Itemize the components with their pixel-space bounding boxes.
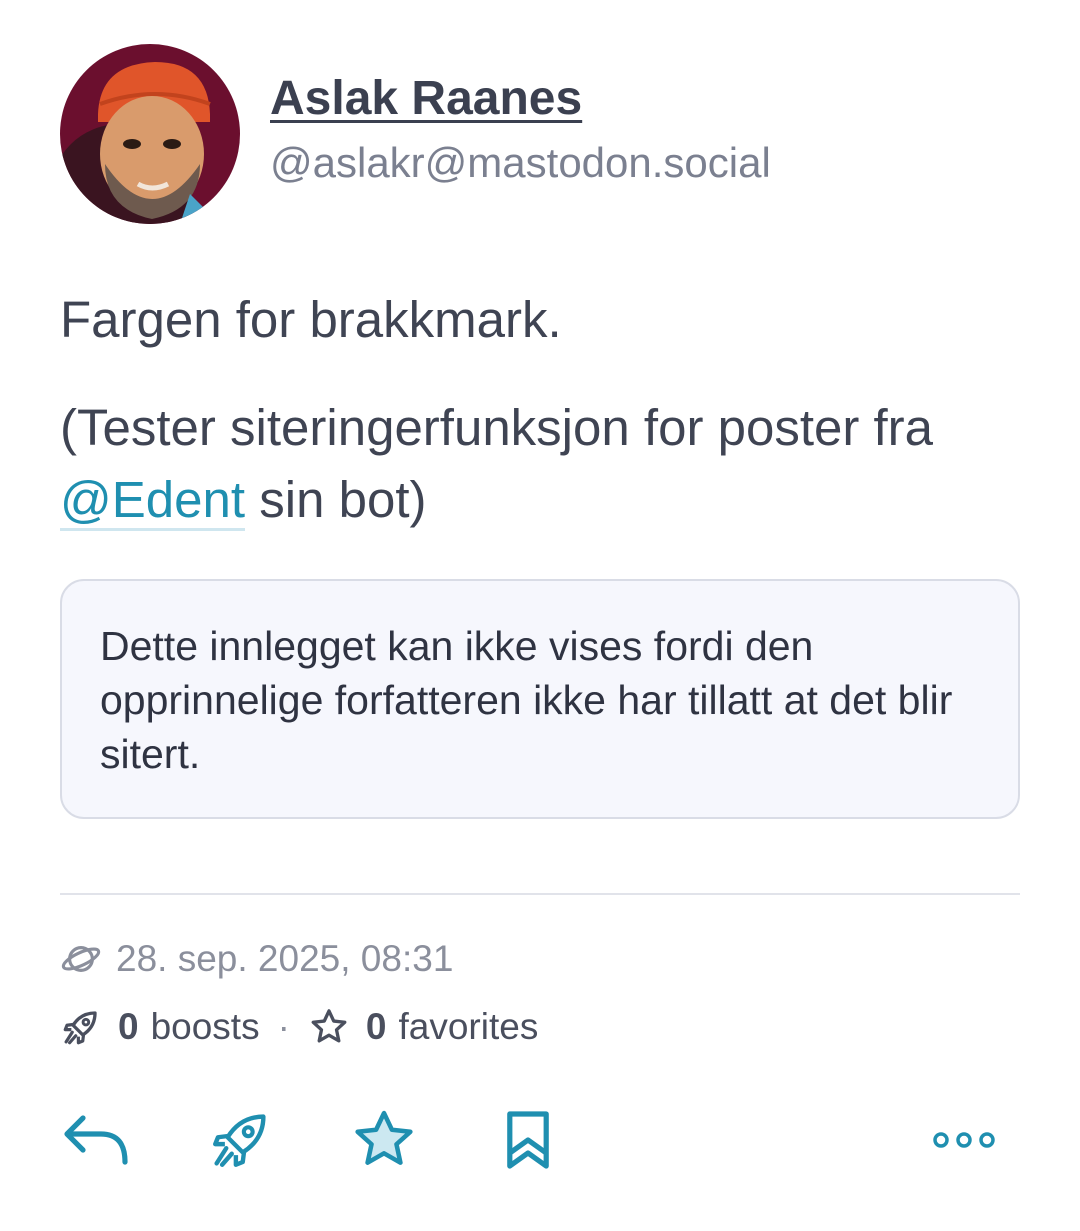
more-button[interactable] (928, 1108, 1000, 1172)
post-meta: 28. sep. 2025, 08:31 (60, 938, 453, 980)
mention-link[interactable]: @Edent (60, 471, 246, 531)
favorite-icon (355, 1110, 413, 1165)
bookmark-icon (507, 1111, 549, 1169)
boost-button[interactable] (204, 1108, 276, 1172)
more-icon (933, 1132, 995, 1148)
quote-notice-text: Dette innlegget kan ikke vises fordi den… (100, 623, 953, 777)
author-names: Aslak Raanes @aslakr@mastodon.social (270, 69, 771, 191)
favorites-count: 0 (365, 1006, 387, 1047)
author-display-name[interactable]: Aslak Raanes (270, 69, 582, 129)
divider (60, 893, 1020, 895)
post-header: Aslak Raanes @aslakr@mastodon.social (60, 44, 771, 224)
post-timestamp[interactable]: 28. sep. 2025, 08:31 (116, 938, 453, 980)
favorites-stat[interactable]: 0 favorites (308, 1006, 538, 1048)
post-text: sin bot) (245, 471, 427, 528)
avatar-image (60, 44, 240, 224)
post-paragraph: (Tester siteringerfunksjon for poster fr… (60, 392, 1020, 536)
globe-icon (61, 946, 101, 972)
star-icon (311, 1009, 347, 1043)
boosts-stat[interactable]: 0 boosts (60, 1006, 260, 1048)
boosts-count: 0 (118, 1006, 139, 1047)
favorites-label: favorites (398, 1006, 539, 1047)
action-bar (60, 1108, 1020, 1172)
post-stats: 0 boosts · 0 favorites (60, 1006, 538, 1048)
boost-icon (213, 1114, 266, 1167)
post-detail: Aslak Raanes @aslakr@mastodon.social Far… (0, 0, 1080, 1231)
avatar[interactable] (60, 44, 240, 224)
reply-button[interactable] (60, 1108, 132, 1172)
quote-unavailable-notice: Dette innlegget kan ikke vises fordi den… (60, 579, 1020, 819)
stats-separator: · (277, 1006, 290, 1047)
rocket-icon (63, 1011, 97, 1045)
post-text: (Tester siteringerfunksjon for poster fr… (60, 399, 934, 456)
favorite-button[interactable] (348, 1108, 420, 1172)
author-handle[interactable]: @aslakr@mastodon.social (270, 135, 771, 191)
post-content: Fargen for brakkmark. (Tester siteringer… (60, 284, 1020, 572)
reply-icon (64, 1115, 128, 1165)
bookmark-button[interactable] (492, 1108, 564, 1172)
boosts-label: boosts (150, 1006, 260, 1047)
post-paragraph: Fargen for brakkmark. (60, 291, 562, 348)
